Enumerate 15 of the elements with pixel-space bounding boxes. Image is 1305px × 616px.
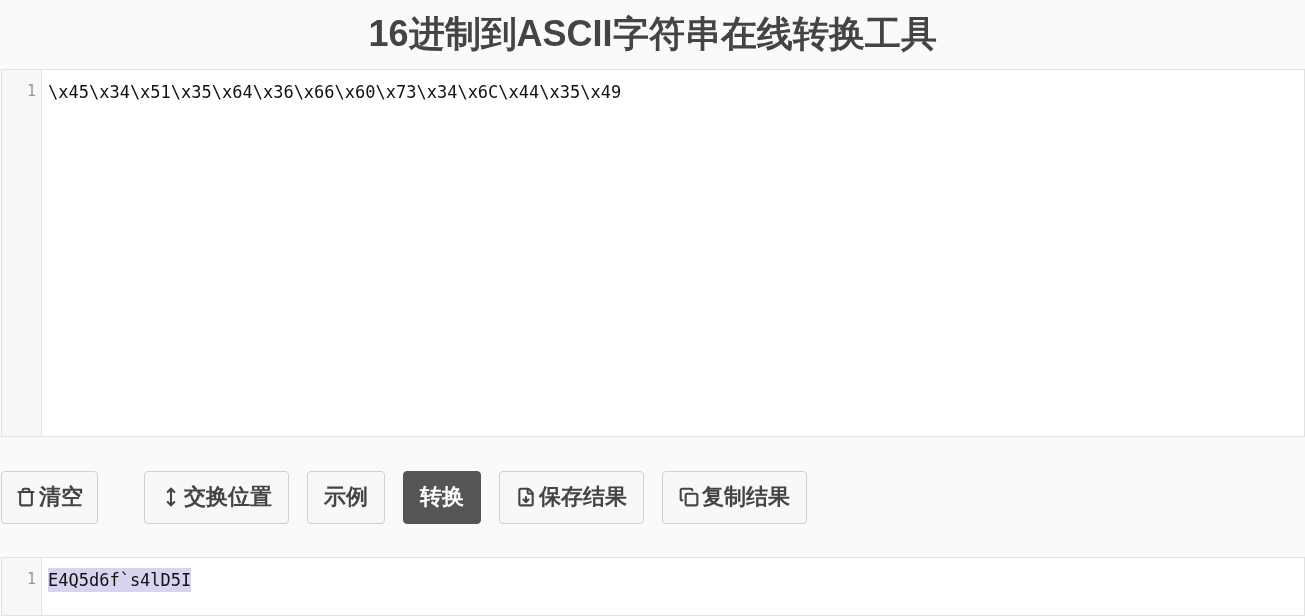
copy-icon — [679, 487, 699, 508]
toolbar-button[interactable]: 交换位置 — [144, 470, 289, 524]
code-line: \x45\x34\x51\x35\x64\x36\x66\x60\x73\x34\x6C\x44\x35\x49 — [48, 80, 622, 104]
toolbar-button[interactable]: 转换 — [403, 470, 481, 524]
line-number: 1 — [26, 569, 37, 591]
code-editor[interactable]: 1 E4Q5d6f`s4lD5I — [1, 557, 1305, 616]
line-number: 1 — [26, 80, 37, 102]
toolbar-button[interactable]: 示例 — [307, 470, 385, 524]
code-editor[interactable]: 1 \x45\x34\x51\x35\x64\x36\x66\x60\x73\x34\x6C\x44\x35\x49 — [1, 68, 1305, 438]
toolbar-button[interactable]: 保存结果 — [499, 470, 644, 524]
file-download-icon — [516, 487, 536, 508]
toolbar-button[interactable]: 清空 — [1, 470, 98, 524]
trash-icon — [16, 487, 36, 508]
toolbar-button[interactable]: 复制结果 — [662, 470, 807, 524]
page-title: 16进制到ASCII字符串在线转换工具 — [367, 11, 938, 56]
